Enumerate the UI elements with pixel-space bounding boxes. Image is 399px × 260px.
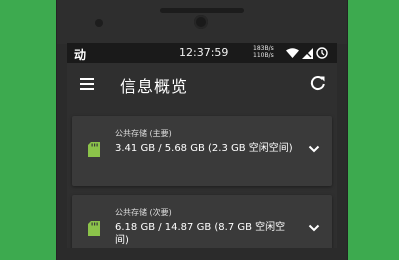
storage-card-primary[interactable]: 公共存储 (主要) 3.41 GB / 5.68 GB (2.3 GB 空闲空间… xyxy=(72,116,332,186)
network-speed-down: 183B/s xyxy=(253,45,274,52)
app-notification-icon: 动 xyxy=(74,48,87,62)
front-camera xyxy=(194,15,208,29)
network-speed: 183B/s 110B/s xyxy=(253,45,283,59)
storage-label: 公共存储 (主要) xyxy=(115,129,172,138)
refresh-icon[interactable] xyxy=(310,75,326,91)
storage-label: 公共存储 (次要) xyxy=(115,208,172,217)
status-bar: 动 12:37:59 183B/s 110B/s xyxy=(67,43,337,63)
wifi-icon xyxy=(286,48,299,58)
front-sensor xyxy=(95,19,103,27)
chevron-down-icon[interactable] xyxy=(308,224,320,232)
phone-screen: 动 12:37:59 183B/s 110B/s 信息概览 公共存储 (主要) … xyxy=(67,43,337,248)
page-title: 信息概览 xyxy=(120,77,189,96)
sd-card-icon xyxy=(88,142,100,157)
app-toolbar: 信息概览 xyxy=(67,63,337,109)
storage-usage: 6.18 GB / 14.87 GB (8.7 GB 空闲空间) xyxy=(115,222,286,246)
network-speed-up: 110B/s xyxy=(253,52,274,59)
earpiece-speaker xyxy=(160,8,244,13)
chevron-down-icon[interactable] xyxy=(308,145,320,153)
storage-card-secondary[interactable]: 公共存储 (次要) 6.18 GB / 14.87 GB (8.7 GB 空闲空… xyxy=(72,195,332,248)
status-time: 12:37:59 xyxy=(179,46,229,59)
battery-icon xyxy=(316,47,328,59)
signal-icon xyxy=(302,47,313,59)
storage-usage: 3.41 GB / 5.68 GB (2.3 GB 空闲空间) xyxy=(115,143,293,154)
sd-card-icon xyxy=(88,221,100,236)
status-icons xyxy=(286,47,328,59)
menu-icon[interactable] xyxy=(80,78,94,90)
